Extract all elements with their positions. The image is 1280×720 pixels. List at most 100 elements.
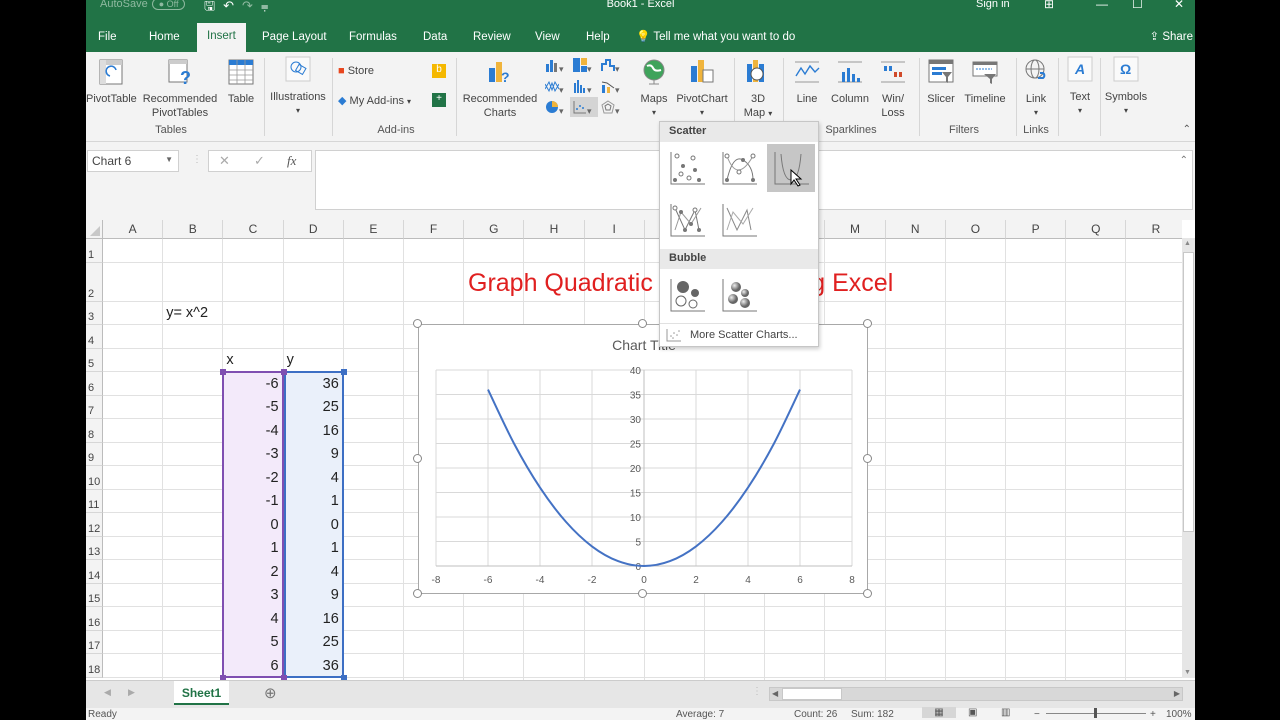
column-header-p[interactable]: P xyxy=(1006,220,1067,239)
bubble-3d-option[interactable] xyxy=(715,271,763,319)
bing-maps-icon[interactable]: b xyxy=(432,64,446,78)
chart-resize-handle[interactable] xyxy=(863,319,872,328)
pivottable-button[interactable]: PivotTable xyxy=(86,58,137,106)
row-header-10[interactable]: 10 xyxy=(86,466,103,490)
tab-file[interactable]: File xyxy=(92,24,123,52)
text-button[interactable]: A Text ▾ xyxy=(1064,56,1096,118)
scatter-straight-lines-markers-option[interactable] xyxy=(663,196,711,244)
cell-b3[interactable]: y= x^2 xyxy=(166,305,218,321)
slicer-button[interactable]: Slicer xyxy=(924,58,958,106)
cell-x-value[interactable]: 4 xyxy=(226,611,279,627)
column-header-q[interactable]: Q xyxy=(1066,220,1127,239)
column-header-b[interactable]: B xyxy=(163,220,224,239)
cell-d5-header[interactable]: y xyxy=(287,352,339,368)
tab-formulas[interactable]: Formulas xyxy=(343,24,403,52)
row-header-18[interactable]: 18 xyxy=(86,654,103,678)
column-chart-icon[interactable]: ▾ xyxy=(545,58,567,76)
row-header-6[interactable]: 6 xyxy=(86,372,103,396)
tab-page-layout[interactable]: Page Layout xyxy=(256,24,333,52)
recommended-charts-button[interactable]: ? Recommended Charts xyxy=(460,58,540,120)
cancel-icon[interactable]: ✕ xyxy=(219,153,230,169)
vertical-scroll-thumb[interactable] xyxy=(1183,252,1194,532)
row-header-17[interactable]: 17 xyxy=(86,630,103,654)
chart-resize-handle[interactable] xyxy=(638,319,647,328)
prev-sheet-icon[interactable]: ◀ xyxy=(104,687,111,698)
more-scatter-charts-link[interactable]: More Scatter Charts... xyxy=(660,323,818,347)
column-header-h[interactable]: H xyxy=(524,220,585,239)
chart-resize-handle[interactable] xyxy=(863,589,872,598)
illustrations-button[interactable]: Illustrations ▾ xyxy=(268,56,328,118)
cell-x-value[interactable]: -5 xyxy=(226,399,279,415)
row-header-4[interactable]: 4 xyxy=(86,325,103,349)
cell-x-value[interactable]: 6 xyxy=(226,658,279,674)
row-header-2[interactable]: 2 xyxy=(86,262,103,302)
recommended-pivottables-button[interactable]: ? Recommended PivotTables xyxy=(140,58,220,120)
tab-home[interactable]: Home xyxy=(143,24,186,52)
cell-x-value[interactable]: 0 xyxy=(226,517,279,533)
zoom-level[interactable]: 100% xyxy=(1166,709,1192,720)
statistic-chart-icon[interactable]: ▾ xyxy=(573,79,595,97)
row-header-7[interactable]: 7 xyxy=(86,395,103,419)
sparkline-winloss-button[interactable]: Win/Loss xyxy=(875,58,911,120)
people-graph-icon[interactable]: + xyxy=(432,93,446,107)
column-header-d[interactable]: D xyxy=(283,220,344,239)
chart-resize-handle[interactable] xyxy=(413,589,422,598)
row-header-3[interactable]: 3 xyxy=(86,301,103,325)
tab-insert[interactable]: Insert xyxy=(197,23,246,52)
column-header-g[interactable]: G xyxy=(464,220,525,239)
drag-handle-icon[interactable]: ⋮ xyxy=(192,154,202,165)
maps-button[interactable]: Maps ▾ xyxy=(636,58,672,120)
chart-resize-handle[interactable] xyxy=(863,454,872,463)
cell-y-value[interactable]: 4 xyxy=(287,564,339,580)
scroll-up-icon[interactable]: ▲ xyxy=(1184,240,1191,247)
column-header-n[interactable]: N xyxy=(885,220,946,239)
cell-y-value[interactable]: 16 xyxy=(287,423,339,439)
my-addins-button[interactable]: ◆ My Add-ins ▾ xyxy=(338,94,411,107)
scatter-option[interactable] xyxy=(663,144,711,192)
zoom-in-icon[interactable]: + xyxy=(1150,709,1156,720)
scatter-smooth-lines-markers-option[interactable] xyxy=(715,144,763,192)
line-chart-icon[interactable]: ▾ xyxy=(544,79,567,97)
sheet-tab-sheet1[interactable]: Sheet1 xyxy=(174,681,229,705)
column-header-m[interactable]: M xyxy=(825,220,886,239)
scroll-down-icon[interactable]: ▼ xyxy=(1184,669,1191,676)
cell-x-value[interactable]: -6 xyxy=(226,376,279,392)
ribbon-display-options-icon[interactable]: ⊞ xyxy=(1044,0,1054,11)
cell-x-value[interactable]: 1 xyxy=(226,540,279,556)
horizontal-scrollbar[interactable]: ◀ ▶ xyxy=(769,687,1183,701)
cell-y-value[interactable]: 1 xyxy=(287,493,339,509)
add-sheet-icon[interactable]: ⊕ xyxy=(264,684,277,702)
cell-x-value[interactable]: -2 xyxy=(226,470,279,486)
waterfall-chart-icon[interactable]: ▾ xyxy=(601,58,623,76)
symbols-button[interactable]: Ω Symbols ▾ xyxy=(1102,56,1150,118)
cell-y-value[interactable]: 36 xyxy=(287,658,339,674)
column-header-i[interactable]: I xyxy=(584,220,645,239)
cell-x-value[interactable]: 5 xyxy=(226,634,279,650)
row-header-8[interactable]: 8 xyxy=(86,419,103,443)
tell-me-search[interactable]: 💡 Tell me what you want to do xyxy=(636,24,795,50)
tab-view[interactable]: View xyxy=(529,24,566,52)
chart-resize-handle[interactable] xyxy=(413,319,422,328)
range-handle[interactable] xyxy=(340,369,347,375)
row-header-1[interactable]: 1 xyxy=(86,239,103,263)
link-button[interactable]: Link ▾ xyxy=(1020,58,1052,120)
share-button[interactable]: ⇪ Share xyxy=(1149,24,1193,50)
cell-y-value[interactable]: 25 xyxy=(287,634,339,650)
cell-y-value[interactable]: 0 xyxy=(287,517,339,533)
name-box[interactable]: Chart 6 ▼ xyxy=(87,150,179,172)
column-header-o[interactable]: O xyxy=(945,220,1006,239)
scroll-right-icon[interactable]: ▶ xyxy=(1174,689,1180,698)
tab-review[interactable]: Review xyxy=(467,24,517,52)
3d-map-button[interactable]: 3D Map ▾ xyxy=(740,58,776,121)
pivotchart-button[interactable]: PivotChart ▾ xyxy=(674,58,730,120)
column-header-f[interactable]: F xyxy=(404,220,465,239)
select-all-button[interactable] xyxy=(86,220,103,239)
cell-x-value[interactable]: 2 xyxy=(226,564,279,580)
zoom-out-icon[interactable]: − xyxy=(1034,709,1040,720)
scroll-left-icon[interactable]: ◀ xyxy=(772,689,778,698)
radar-chart-icon[interactable]: ▾ xyxy=(601,100,623,118)
page-layout-view-icon[interactable]: ▣ xyxy=(968,707,977,718)
vertical-scrollbar[interactable]: ▲ ▼ xyxy=(1182,238,1195,678)
sparkline-line-button[interactable]: Line xyxy=(789,58,825,106)
cell-x-value[interactable]: 3 xyxy=(226,587,279,603)
